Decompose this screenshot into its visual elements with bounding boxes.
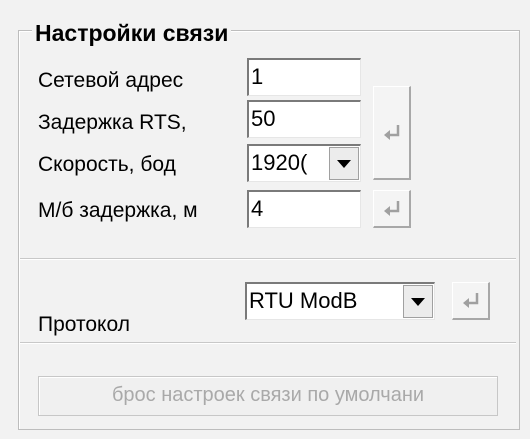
apply-button[interactable]	[373, 86, 411, 180]
interbyte-delay-apply-button[interactable]	[373, 190, 411, 228]
enter-icon	[462, 292, 478, 308]
protocol-dropdown-button[interactable]	[403, 285, 433, 318]
protocol-label: Протокол	[38, 313, 130, 336]
network-address-input[interactable]: 1	[247, 58, 361, 96]
baud-rate-value: 1920(	[251, 150, 308, 175]
enter-icon	[383, 124, 399, 140]
network-address-label: Сетевой адрес	[38, 69, 184, 92]
protocol-apply-button[interactable]	[452, 282, 490, 320]
interbyte-delay-label: М/б задержка, м	[38, 199, 198, 222]
protocol-select[interactable]: RTU ModB	[245, 282, 435, 320]
separator	[20, 258, 516, 260]
rts-delay-input[interactable]: 50	[247, 100, 361, 138]
rts-delay-label: Задержка RTS,	[38, 111, 187, 134]
chevron-down-icon	[337, 159, 351, 168]
baud-rate-label: Скорость, бод	[38, 153, 176, 176]
baud-rate-select[interactable]: 1920(	[247, 144, 361, 182]
enter-icon	[383, 200, 399, 216]
group-title: Настройки связи	[32, 20, 232, 46]
separator	[20, 342, 516, 344]
chevron-down-icon	[411, 297, 425, 306]
protocol-value: RTU ModB	[249, 288, 358, 313]
baud-rate-dropdown-button[interactable]	[329, 147, 359, 180]
interbyte-delay-input[interactable]: 4	[247, 190, 361, 228]
reset-defaults-button[interactable]: брос настроек связи по умолчани	[38, 376, 498, 416]
